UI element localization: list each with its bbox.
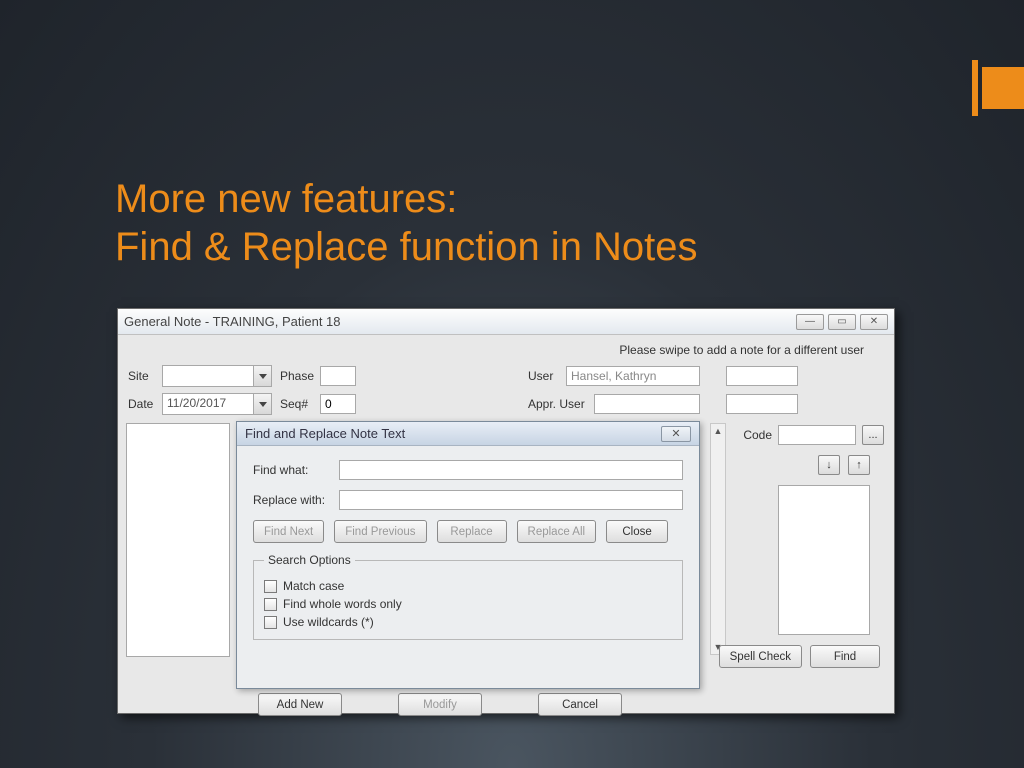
dialog-titlebar[interactable]: Find and Replace Note Text ✕ (237, 422, 699, 446)
appr-user-field[interactable] (594, 394, 700, 414)
whole-words-label: Find whole words only (283, 597, 402, 611)
maximize-button[interactable]: ▭ (828, 314, 856, 330)
date-label: Date (128, 397, 153, 411)
site-label: Site (128, 369, 149, 383)
bottom-action-buttons: Add New Modify Cancel (258, 693, 622, 716)
code-browse-button[interactable]: ... (862, 425, 884, 445)
wildcards-row[interactable]: Use wildcards (*) (264, 615, 672, 629)
accent-square (982, 67, 1024, 109)
move-up-button[interactable]: ↑ (848, 455, 870, 475)
find-button[interactable]: Find (810, 645, 880, 668)
wildcards-checkbox[interactable] (264, 616, 277, 629)
dialog-close-button[interactable]: ✕ (661, 426, 691, 442)
seq-input[interactable] (320, 394, 356, 414)
dialog-title: Find and Replace Note Text (245, 426, 405, 441)
note-list[interactable] (126, 423, 230, 657)
match-case-checkbox[interactable] (264, 580, 277, 593)
cancel-button[interactable]: Cancel (538, 693, 622, 716)
wildcards-label: Use wildcards (*) (283, 615, 374, 629)
seq-label: Seq# (280, 397, 308, 411)
slide-accent (972, 60, 1024, 116)
window-title: General Note - TRAINING, Patient 18 (124, 314, 792, 329)
dialog-button-row: Find Next Find Previous Replace Replace … (253, 520, 683, 543)
text-scrollbar[interactable]: ▲ ▼ (710, 423, 726, 655)
code-label: Code (743, 428, 772, 442)
match-case-row[interactable]: Match case (264, 579, 672, 593)
close-button[interactable]: ✕ (860, 314, 888, 330)
modify-button[interactable]: Modify (398, 693, 482, 716)
search-options-legend: Search Options (264, 553, 355, 567)
user-field (566, 366, 700, 386)
chevron-down-icon (259, 402, 267, 407)
user-extra-field (726, 366, 798, 386)
right-action-buttons: Spell Check Find (719, 645, 880, 668)
find-next-button[interactable]: Find Next (253, 520, 324, 543)
phase-input[interactable] (320, 366, 356, 386)
find-previous-button[interactable]: Find Previous (334, 520, 426, 543)
minimize-button[interactable]: — (796, 314, 824, 330)
titlebar[interactable]: General Note - TRAINING, Patient 18 — ▭ … (118, 309, 894, 335)
replace-with-row: Replace with: (253, 490, 683, 510)
title-line-2: Find & Replace function in Notes (115, 223, 698, 271)
find-what-input[interactable] (339, 460, 683, 480)
appr-user-extra-field (726, 394, 798, 414)
phase-label: Phase (280, 369, 314, 383)
code-row: Code ... (743, 425, 884, 445)
date-dropdown-button[interactable] (254, 393, 272, 415)
spell-check-button[interactable]: Spell Check (719, 645, 802, 668)
dialog-close-text-button[interactable]: Close (606, 520, 668, 543)
date-value: 11/20/2017 (162, 393, 254, 415)
scroll-up-icon[interactable]: ▲ (714, 424, 723, 438)
general-note-window: General Note - TRAINING, Patient 18 — ▭ … (117, 308, 895, 714)
find-what-label: Find what: (253, 463, 339, 477)
replace-button[interactable]: Replace (437, 520, 507, 543)
whole-words-checkbox[interactable] (264, 598, 277, 611)
search-options-fieldset: Search Options Match case Find whole wor… (253, 553, 683, 640)
side-list[interactable] (778, 485, 870, 635)
user-label: User (528, 369, 553, 383)
code-input[interactable] (778, 425, 856, 445)
reorder-buttons: ↓ ↑ (818, 455, 870, 475)
whole-words-row[interactable]: Find whole words only (264, 597, 672, 611)
replace-all-button[interactable]: Replace All (517, 520, 597, 543)
appr-user-label: Appr. User (528, 397, 585, 411)
slide-title: More new features: Find & Replace functi… (115, 175, 698, 271)
site-dropdown-button[interactable] (254, 365, 272, 387)
site-combo[interactable] (162, 365, 272, 387)
replace-with-label: Replace with: (253, 493, 339, 507)
site-value (162, 365, 254, 387)
chevron-down-icon (259, 374, 267, 379)
move-down-button[interactable]: ↓ (818, 455, 840, 475)
date-picker[interactable]: 11/20/2017 (162, 393, 272, 415)
find-replace-dialog: Find and Replace Note Text ✕ Find what: … (236, 421, 700, 689)
accent-bar (972, 60, 978, 116)
swipe-message: Please swipe to add a note for a differe… (619, 343, 864, 357)
find-what-row: Find what: (253, 460, 683, 480)
match-case-label: Match case (283, 579, 344, 593)
replace-with-input[interactable] (339, 490, 683, 510)
title-line-1: More new features: (115, 175, 698, 223)
add-new-button[interactable]: Add New (258, 693, 342, 716)
dialog-body: Find what: Replace with: Find Next Find … (237, 446, 699, 688)
